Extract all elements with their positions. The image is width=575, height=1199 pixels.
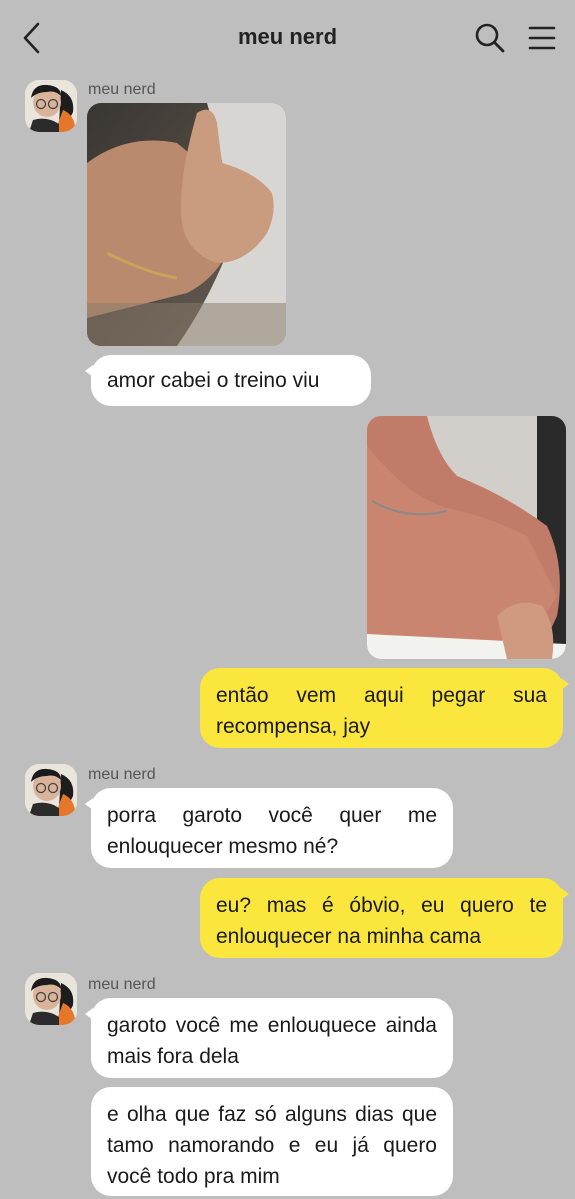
message-bubble-outgoing[interactable]: eu? mas é óbvio, eu quero te enlouquecer… [200, 878, 569, 958]
photo-message-arm[interactable] [87, 103, 286, 346]
avatar-image [25, 80, 77, 132]
message-bubble-outgoing[interactable]: então vem aqui pegar sua recompensa, jay [200, 668, 569, 748]
search-icon [475, 23, 505, 53]
sender-name: meu nerd [88, 976, 156, 993]
message-bubble-incoming[interactable]: porra garoto você quer me enlouquecer me… [85, 788, 453, 868]
message-bubble-incoming[interactable]: amor cabei o treino viu [85, 355, 371, 406]
hamburger-menu-icon [528, 26, 556, 50]
avatar[interactable] [25, 973, 77, 1025]
avatar-image [25, 764, 77, 816]
menu-button[interactable] [527, 24, 557, 52]
message-bubble-incoming[interactable]: garoto você me enlouquece ainda mais for… [85, 998, 453, 1078]
avatar[interactable] [25, 80, 77, 132]
message-bubble-incoming[interactable]: e olha que faz só alguns dias que tamo n… [91, 1087, 453, 1196]
sender-name: meu nerd [88, 766, 156, 783]
sender-name: meu nerd [88, 81, 156, 98]
search-button[interactable] [474, 22, 506, 54]
photo-image [367, 416, 566, 659]
avatar[interactable] [25, 764, 77, 816]
photo-message-shoulder[interactable] [367, 416, 566, 659]
photo-image [87, 103, 286, 346]
avatar-image [25, 973, 77, 1025]
chat-header: meu nerd [0, 0, 575, 75]
